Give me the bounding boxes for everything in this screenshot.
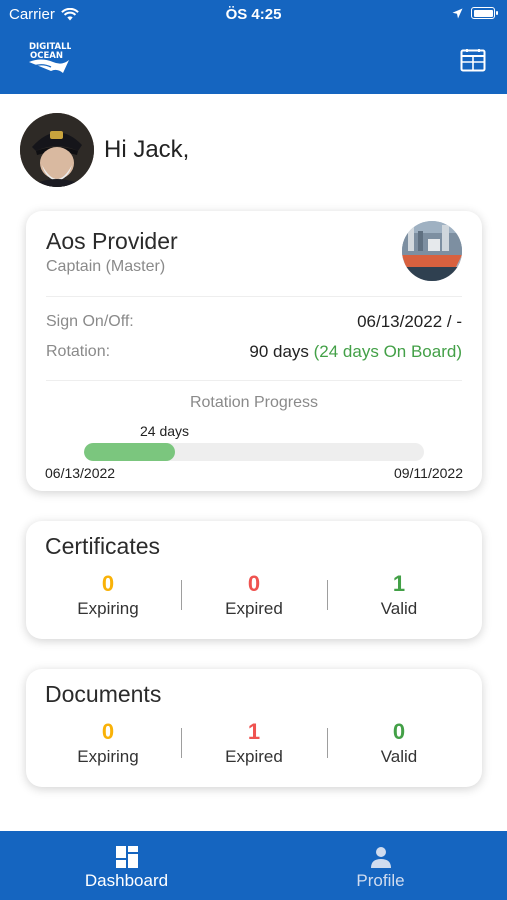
documents-expiring[interactable]: 0 Expiring [35, 718, 181, 768]
divider [46, 296, 462, 297]
rotation-card[interactable]: Aos Provider Captain (Master) Sign On/Of… [26, 211, 482, 491]
app-header: Carrier ÖS 4:25 DIGITALL OCEAN [0, 0, 507, 94]
avatar[interactable] [20, 113, 94, 187]
certificates-valid-label: Valid [380, 599, 418, 618]
documents-valid-label: Valid [380, 747, 418, 766]
bottom-tab-bar: Dashboard Profile [0, 831, 507, 900]
vessel-image [402, 221, 462, 281]
sign-on-off-value: 06/13/2022 / - [357, 312, 462, 331]
certificates-expiring-count: 0 [101, 571, 115, 596]
greeting-text: Hi Jack, [104, 136, 190, 163]
provider-role: Captain (Master) [46, 258, 166, 275]
dashboard-icon [115, 846, 138, 868]
svg-text:OCEAN: OCEAN [30, 51, 63, 61]
documents-valid[interactable]: 0 Valid [326, 718, 472, 768]
rotation-progress-bar [84, 443, 424, 461]
days-on-board: (24 days On Board) [313, 342, 462, 361]
documents-title: Documents [45, 681, 162, 707]
calendar-icon[interactable] [460, 48, 486, 72]
documents-card[interactable]: Documents 0 Expiring 1 Expired 0 Valid [26, 669, 482, 787]
sign-on-off-label: Sign On/Off: [46, 313, 134, 330]
rotation-value: 90 days (24 days On Board) [249, 342, 462, 362]
documents-expiring-count: 0 [101, 719, 115, 744]
status-time: ÖS 4:25 [225, 6, 282, 23]
certificates-expired-count: 0 [247, 571, 261, 596]
tab-profile-label: Profile [356, 871, 405, 890]
rotation-progress-fill [84, 443, 175, 461]
tab-dashboard-label: Dashboard [84, 871, 169, 890]
documents-stats: 0 Expiring 1 Expired 0 Valid [26, 718, 482, 774]
tab-dashboard[interactable]: Dashboard [0, 831, 253, 900]
rotation-progress-title: Rotation Progress [189, 394, 319, 411]
app-logo: DIGITALL OCEAN [27, 40, 72, 78]
rotation-end-date: 09/11/2022 [393, 465, 463, 481]
vessel-photo-icon [402, 221, 462, 281]
certificates-title: Certificates [45, 533, 161, 559]
documents-expired-count: 1 [247, 719, 261, 744]
certificates-valid-count: 1 [392, 571, 406, 596]
battery-icon [471, 7, 498, 19]
captain-portrait-icon [20, 113, 94, 187]
divider [46, 380, 462, 381]
rotation-days: 90 days [249, 342, 309, 361]
rotation-label: Rotation: [46, 343, 111, 360]
documents-expired-label: Expired [225, 747, 283, 766]
documents-expiring-label: Expiring [77, 747, 139, 766]
tab-profile[interactable]: Profile [254, 831, 507, 900]
documents-expired[interactable]: 1 Expired [181, 718, 327, 768]
certificates-expired-label: Expired [225, 599, 283, 618]
certificates-card[interactable]: Certificates 0 Expiring 0 Expired 1 Vali… [26, 521, 482, 639]
status-indicators [452, 7, 498, 19]
certificates-expired[interactable]: 0 Expired [181, 570, 327, 620]
progress-days-label: 24 days [140, 423, 190, 439]
status-bar: Carrier ÖS 4:25 [0, 0, 507, 28]
certificates-valid[interactable]: 1 Valid [326, 570, 472, 620]
logo-wave-icon: DIGITALL OCEAN [29, 42, 72, 73]
person-icon [370, 847, 391, 868]
certificates-stats: 0 Expiring 0 Expired 1 Valid [26, 570, 482, 626]
rotation-start-date: 06/13/2022 [45, 465, 116, 481]
greeting: Hi Jack, [20, 113, 189, 187]
location-arrow-icon [452, 8, 463, 18]
certificates-expiring[interactable]: 0 Expiring [35, 570, 181, 620]
certificates-expiring-label: Expiring [77, 599, 139, 618]
provider-name: Aos Provider [46, 228, 178, 254]
documents-valid-count: 0 [392, 719, 406, 744]
